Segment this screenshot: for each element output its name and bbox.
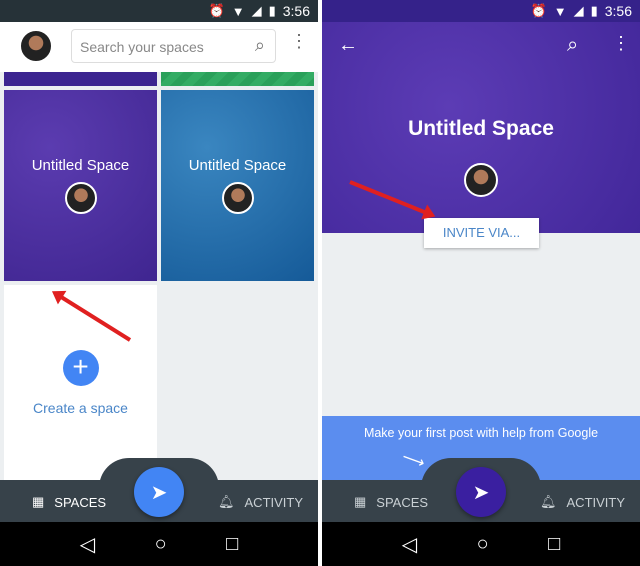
grid-icon: ▦: [354, 494, 367, 509]
bell-icon: 🔔︎: [218, 494, 235, 509]
wifi-icon: ▼: [553, 3, 567, 19]
space-title: Untitled Space: [408, 117, 554, 140]
compose-button[interactable]: ➤: [134, 467, 184, 517]
back-icon[interactable]: ◁: [80, 532, 95, 557]
avatar: [464, 163, 498, 197]
recents-icon[interactable]: □: [226, 533, 238, 556]
search-icon[interactable]: ⌕: [567, 34, 578, 57]
battery-icon: ▮: [590, 3, 598, 18]
plus-icon: +: [62, 349, 99, 386]
search-input[interactable]: Search your spaces ⌕: [71, 29, 276, 63]
compose-button[interactable]: ➤: [456, 467, 506, 517]
status-bar: ⏰ ▼ ◢ ▮ 3:56: [0, 0, 318, 22]
tab-label: SPACES: [376, 494, 429, 510]
grid-icon: ▦: [32, 494, 45, 509]
hint-text: Make your first post with help from Goog…: [363, 426, 599, 440]
tab-label: ACTIVITY: [244, 494, 304, 510]
alarm-icon: ⏰: [208, 3, 225, 18]
tab-spaces[interactable]: ▦ SPACES: [354, 494, 428, 510]
tab-activity[interactable]: 🔔︎ ACTIVITY: [218, 494, 303, 510]
tab-label: SPACES: [54, 494, 107, 510]
tab-label: ACTIVITY: [566, 494, 626, 510]
avatar: [64, 182, 97, 214]
avatar[interactable]: [19, 29, 53, 63]
home-icon[interactable]: ○: [155, 533, 167, 556]
tab-activity[interactable]: 🔔︎ ACTIVITY: [540, 494, 625, 510]
space-title: Untitled Space: [188, 157, 287, 174]
more-options-icon[interactable]: ⋮: [290, 32, 308, 50]
back-arrow-icon[interactable]: ←: [338, 34, 358, 57]
search-icon[interactable]: ⌕: [255, 35, 265, 56]
clock: 3:56: [282, 3, 310, 19]
spaces-list-screen: ⏰ ▼ ◢ ▮ 3:56 Search your spaces ⌕ ⋮ Untitled…: [0, 0, 318, 566]
space-tile-partial[interactable]: [4, 72, 157, 86]
system-nav: ◁ ○ □: [322, 522, 640, 566]
space-tile[interactable]: Untitled Space: [161, 90, 314, 281]
create-space-label: Create a space: [33, 399, 128, 416]
space-tile-partial[interactable]: [161, 72, 314, 86]
back-icon[interactable]: ◁: [402, 532, 417, 557]
status-bar: ⏰ ▼ ◢ ▮ 3:56: [322, 0, 640, 22]
avatar: [221, 182, 254, 214]
alarm-icon: ⏰: [530, 3, 547, 18]
search-placeholder: Search your spaces: [80, 39, 204, 55]
invite-button[interactable]: INVITE VIA...: [424, 218, 539, 248]
tab-spaces[interactable]: ▦ SPACES: [32, 494, 106, 510]
signal-icon: ◢: [573, 3, 584, 18]
wifi-icon: ▼: [231, 3, 245, 19]
space-detail-screen: ⏰ ▼ ◢ ▮ 3:56 ← ⌕ ⋮ Untitled Space INVITE VI…: [322, 0, 640, 566]
send-icon: ➤: [150, 481, 168, 504]
space-title: Untitled Space: [31, 157, 130, 174]
bell-icon: 🔔︎: [540, 494, 557, 509]
system-nav: ◁ ○ □: [0, 522, 318, 566]
more-options-icon[interactable]: ⋮: [612, 34, 630, 52]
battery-icon: ▮: [268, 3, 276, 18]
signal-icon: ◢: [251, 3, 262, 18]
space-tile[interactable]: Untitled Space: [4, 90, 157, 281]
recents-icon[interactable]: □: [548, 533, 560, 556]
home-icon[interactable]: ○: [477, 533, 489, 556]
send-icon: ➤: [472, 481, 490, 504]
create-space-button[interactable]: + Create a space: [4, 285, 157, 480]
clock: 3:56: [604, 3, 632, 19]
